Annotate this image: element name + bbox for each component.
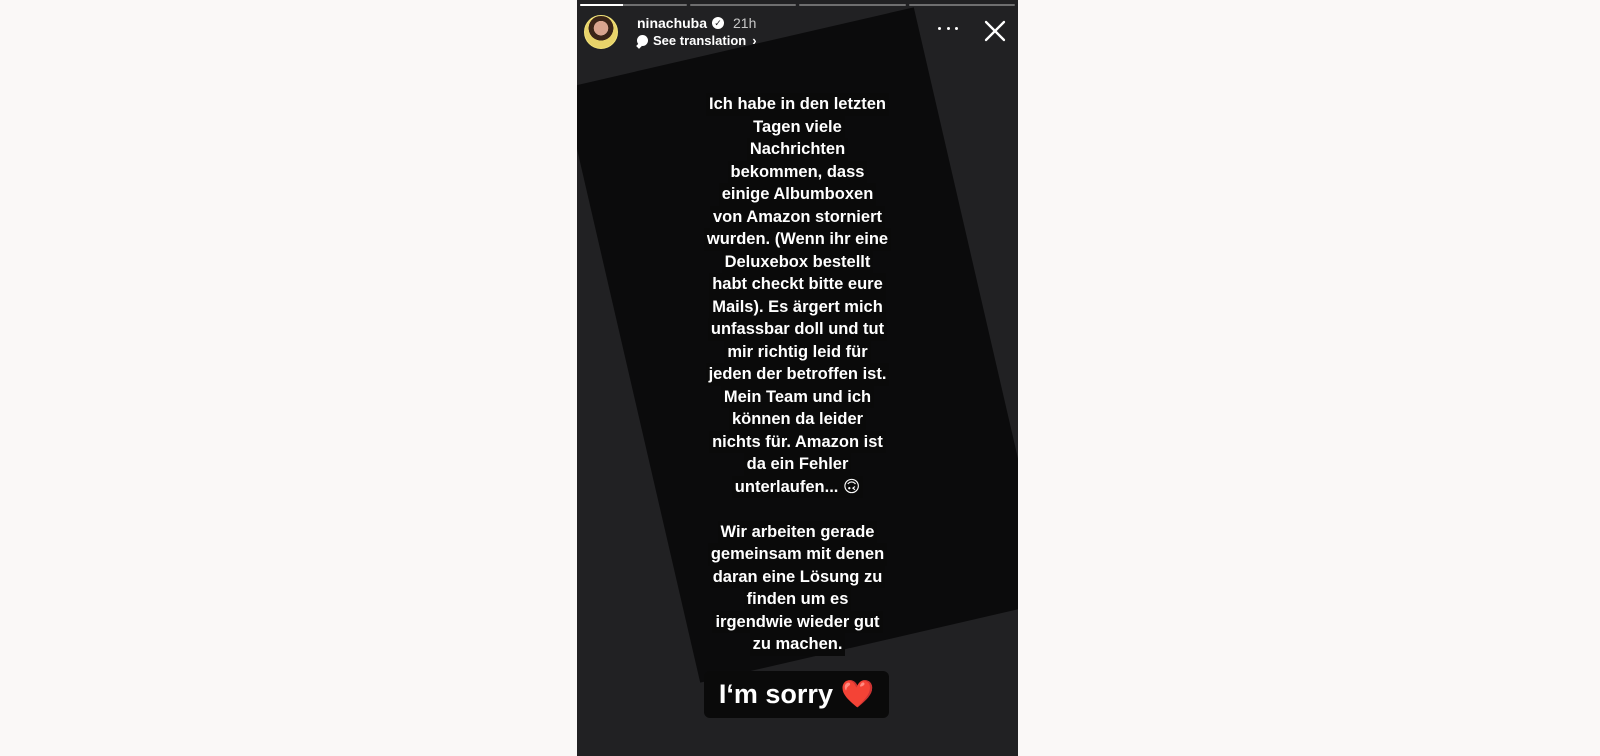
story-header: ninachuba ✓ 21h See translation › <box>584 14 1012 50</box>
story-text-line: Wir arbeiten gerade <box>717 520 878 543</box>
page-background: ninachuba ✓ 21h See translation › Ich ha… <box>0 0 1600 756</box>
story-text-line: habt checkt bitte eure <box>709 273 886 296</box>
story-text-line: daran eine Lösung zu <box>709 565 886 588</box>
story-text-line: nichts für. Amazon ist <box>709 430 886 453</box>
story-text-line: bekommen, dass <box>727 160 868 183</box>
story-progress-bar <box>580 4 1015 7</box>
progress-segment <box>799 4 906 6</box>
story-text: Ich habe in den letzten Tagen viele Nachri… <box>577 93 1018 656</box>
progress-segment <box>689 4 796 6</box>
speech-bubble-icon <box>637 34 648 46</box>
story-text-line: einige Albumboxen <box>718 183 877 206</box>
story-text-line: Ich habe in den letzten <box>706 93 889 116</box>
story-viewer[interactable]: ninachuba ✓ 21h See translation › Ich ha… <box>577 0 1018 756</box>
story-text-line: Mein Team und ich <box>720 385 875 408</box>
story-text-line: wurden. (Wenn ihr eine <box>703 228 892 251</box>
story-text-line: von Amazon storniert <box>710 205 885 228</box>
progress-segment <box>908 4 1015 6</box>
story-text-line: Tagen viele <box>750 115 845 138</box>
story-text-line: da ein Fehler <box>743 453 852 476</box>
story-text-line: irgendwie wieder gut <box>712 610 883 633</box>
avatar[interactable] <box>584 15 618 49</box>
more-dot <box>938 26 941 30</box>
story-text-line: finden um es <box>743 588 852 611</box>
story-text-line: Mails). Es ärgert mich <box>709 295 886 318</box>
progress-fill <box>580 4 623 6</box>
story-text-line: unfassbar doll und tut <box>707 318 888 341</box>
story-text-line: jeden der betroffen ist. <box>705 363 890 386</box>
close-icon[interactable] <box>983 19 1007 43</box>
username[interactable]: ninachuba <box>637 15 707 31</box>
story-text-line: gemeinsam mit denen <box>707 543 888 566</box>
story-text-line: zu machen. <box>749 633 846 656</box>
more-icon[interactable] <box>938 23 958 33</box>
story-text-line: können da leider <box>728 408 867 431</box>
story-text-line: mir richtig leid für <box>724 340 871 363</box>
sorry-sticker: I‘m sorry ❤️ <box>704 671 889 718</box>
chevron-right-icon: › <box>752 32 757 48</box>
story-time: 21h <box>733 15 757 31</box>
see-translation-label: See translation <box>653 32 747 48</box>
progress-segment <box>580 4 687 6</box>
verified-badge-icon: ✓ <box>712 17 725 29</box>
more-dot <box>955 26 958 30</box>
more-dot <box>946 26 950 30</box>
see-translation-button[interactable]: See translation › <box>637 32 757 48</box>
story-text-line: unterlaufen... 🙃 <box>731 475 864 498</box>
story-text-line: Deluxebox bestellt <box>721 250 874 273</box>
username-row: ninachuba ✓ 21h <box>637 14 756 32</box>
story-text-line: Nachrichten <box>746 138 849 161</box>
